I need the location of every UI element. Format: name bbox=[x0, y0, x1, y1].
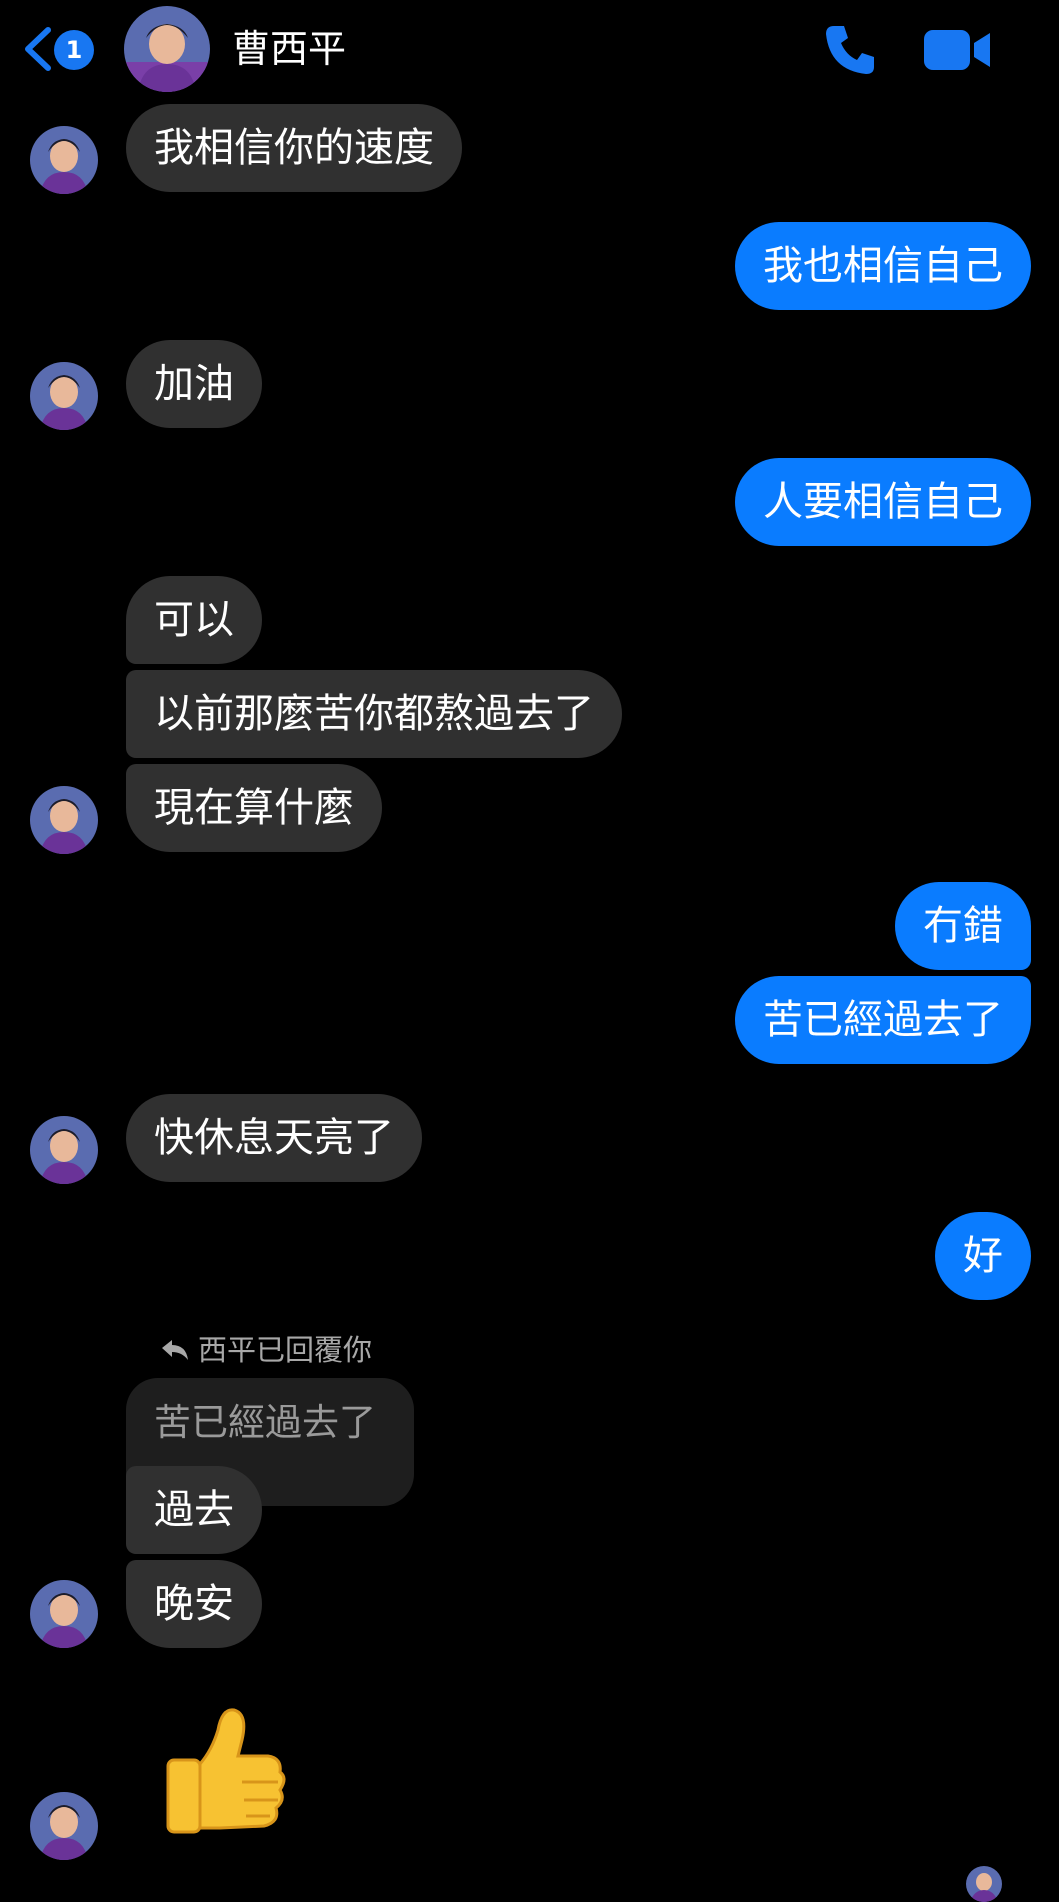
incoming-message-bubble[interactable]: 以前那麼苦你都熬過去了 bbox=[126, 670, 622, 758]
contact-name[interactable]: 曹西平 bbox=[232, 24, 346, 74]
unread-badge[interactable]: 1 bbox=[54, 30, 94, 70]
outgoing-message-bubble[interactable]: 冇錯 bbox=[895, 882, 1031, 970]
contact-avatar-small[interactable] bbox=[30, 786, 98, 854]
incoming-message-bubble[interactable]: 現在算什麼 bbox=[126, 764, 382, 852]
phone-icon[interactable] bbox=[820, 20, 880, 80]
outgoing-message-bubble[interactable]: 我也相信自己 bbox=[735, 222, 1031, 310]
outgoing-message-bubble[interactable]: 人要相信自己 bbox=[735, 458, 1031, 546]
contact-avatar-small[interactable] bbox=[30, 362, 98, 430]
reply-label: 西平已回覆你 bbox=[198, 1333, 373, 1367]
seen-indicator-avatar bbox=[966, 1866, 1002, 1902]
contact-avatar-small[interactable] bbox=[30, 1792, 98, 1860]
contact-avatar-small[interactable] bbox=[30, 1580, 98, 1648]
incoming-message-bubble[interactable]: 晚安 bbox=[126, 1560, 262, 1648]
outgoing-message-bubble[interactable]: 好 bbox=[935, 1212, 1031, 1300]
video-camera-icon[interactable] bbox=[922, 26, 992, 74]
chat-header: 1 曹西平 bbox=[0, 0, 1059, 100]
contact-avatar-small[interactable] bbox=[30, 1116, 98, 1184]
thumbs-up-icon[interactable] bbox=[160, 1700, 290, 1840]
incoming-message-bubble[interactable]: 快休息天亮了 bbox=[126, 1094, 422, 1182]
contact-avatar[interactable] bbox=[124, 6, 210, 92]
incoming-message-bubble[interactable]: 我相信你的速度 bbox=[126, 104, 462, 192]
incoming-message-bubble[interactable]: 過去 bbox=[126, 1466, 262, 1554]
reply-arrow-icon bbox=[162, 1340, 188, 1360]
contact-avatar-small[interactable] bbox=[30, 126, 98, 194]
outgoing-message-bubble[interactable]: 苦已經過去了 bbox=[735, 976, 1031, 1064]
back-chevron-icon[interactable] bbox=[22, 26, 52, 72]
incoming-message-bubble[interactable]: 加油 bbox=[126, 340, 262, 428]
incoming-message-bubble[interactable]: 可以 bbox=[126, 576, 262, 664]
